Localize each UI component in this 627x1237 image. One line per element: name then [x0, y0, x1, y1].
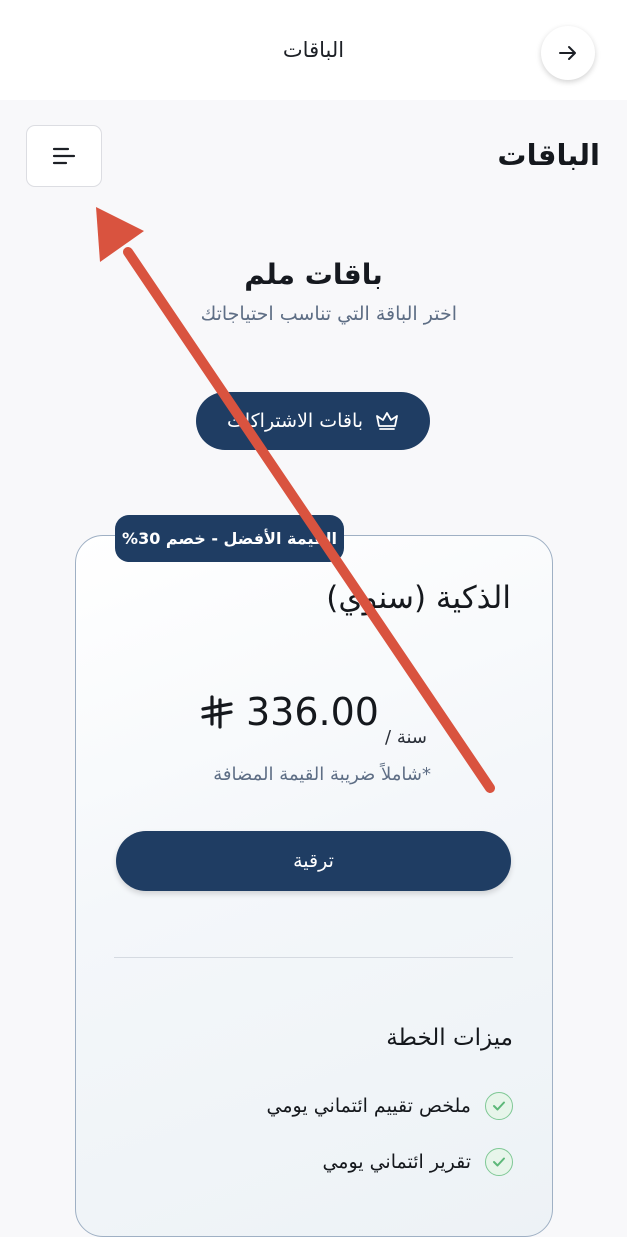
brand-subtitle: اختر الباقة التي تناسب احتياجاتك [200, 303, 457, 325]
feature-item: ملخص تقييم ائتماني يومي [267, 1092, 513, 1120]
menu-button[interactable] [26, 125, 102, 187]
upgrade-button[interactable]: ترقية [116, 831, 511, 891]
subscriptions-button[interactable]: باقات الاشتراكات [196, 392, 430, 450]
page-title: الباقات [497, 138, 600, 172]
subscriptions-button-label: باقات الاشتراكات [226, 410, 364, 432]
best-value-badge: القيمة الأفضل - خصم 30% [115, 515, 344, 562]
check-circle-icon [485, 1092, 513, 1120]
menu-lines-icon [52, 147, 76, 165]
crown-icon [376, 412, 398, 430]
plan-name: الذكية (سنوي) [326, 580, 511, 616]
features-title: ميزات الخطة [386, 1025, 513, 1051]
topbar-title: الباقات [282, 38, 345, 62]
brand-title: باقات ملم [244, 258, 383, 291]
arrow-right-icon [559, 46, 576, 60]
divider [114, 957, 513, 958]
top-bar: الباقات [0, 0, 627, 100]
back-button[interactable] [541, 26, 595, 80]
feature-label: تقرير ائتماني يومي [322, 1151, 471, 1173]
price-value: 336.00 [246, 690, 379, 734]
price-period: سنة / [385, 727, 427, 748]
price: 336.00 [200, 690, 379, 734]
vat-note: *شاملاً ضريبة القيمة المضافة [213, 764, 431, 785]
feature-item: تقرير ائتماني يومي [322, 1148, 513, 1176]
feature-label: ملخص تقييم ائتماني يومي [266, 1095, 471, 1117]
riyal-icon [201, 695, 233, 729]
check-circle-icon [485, 1148, 513, 1176]
